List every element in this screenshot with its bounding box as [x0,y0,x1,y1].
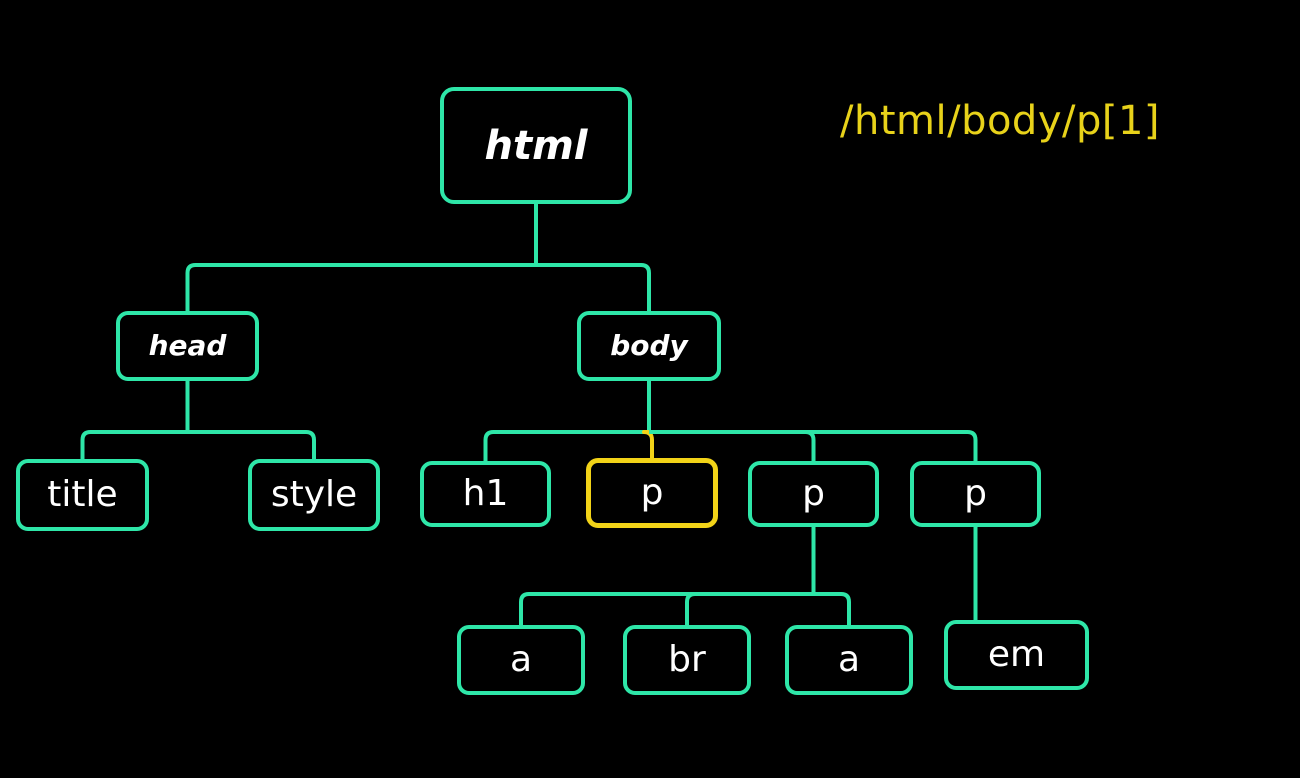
tree-edge [536,263,651,311]
tree-edge [187,430,316,459]
tree-node-title[interactable]: title [16,459,149,531]
tree-node-head[interactable]: head [116,311,259,381]
tree-node-label: head [148,329,227,362]
tree-edge [519,592,814,625]
tree-node-br[interactable]: br [623,625,751,695]
tree-node-label: p [802,473,825,514]
tree-edge [642,430,654,458]
tree-node-html[interactable]: html [440,87,632,204]
tree-node-label: br [668,639,706,680]
tree-node-label: p [964,473,987,514]
tree-edge [483,430,649,461]
tree-node-label: em [987,634,1046,675]
tree-node-p2[interactable]: p [748,461,879,527]
tree-node-p3[interactable]: p [910,461,1041,527]
tree-node-label: style [270,474,358,515]
dom-tree-diagram: html head body title style h1 p p p a br a em /html/… [0,0,1300,778]
tree-edge [649,430,816,461]
tree-node-label: h1 [462,473,509,514]
tree-edge [185,263,536,311]
tree-node-label: html [484,122,588,169]
tree-edge [80,430,188,459]
tree-node-label: body [610,329,688,362]
tree-node-label: a [509,639,533,680]
tree-node-body[interactable]: body [577,311,721,381]
xpath-label: /html/body/p[1] [840,98,1161,144]
tree-node-p1[interactable]: p [586,458,718,528]
tree-node-em[interactable]: em [944,620,1089,690]
tree-edge [813,592,851,625]
tree-node-label: a [837,639,861,680]
tree-node-label: title [47,474,118,515]
tree-node-h1[interactable]: h1 [420,461,551,527]
tree-node-label: p [640,472,664,513]
tree-node-a1[interactable]: a [457,625,585,695]
tree-node-a2[interactable]: a [785,625,913,695]
tree-node-style[interactable]: style [248,459,380,531]
tree-edge [685,592,814,625]
